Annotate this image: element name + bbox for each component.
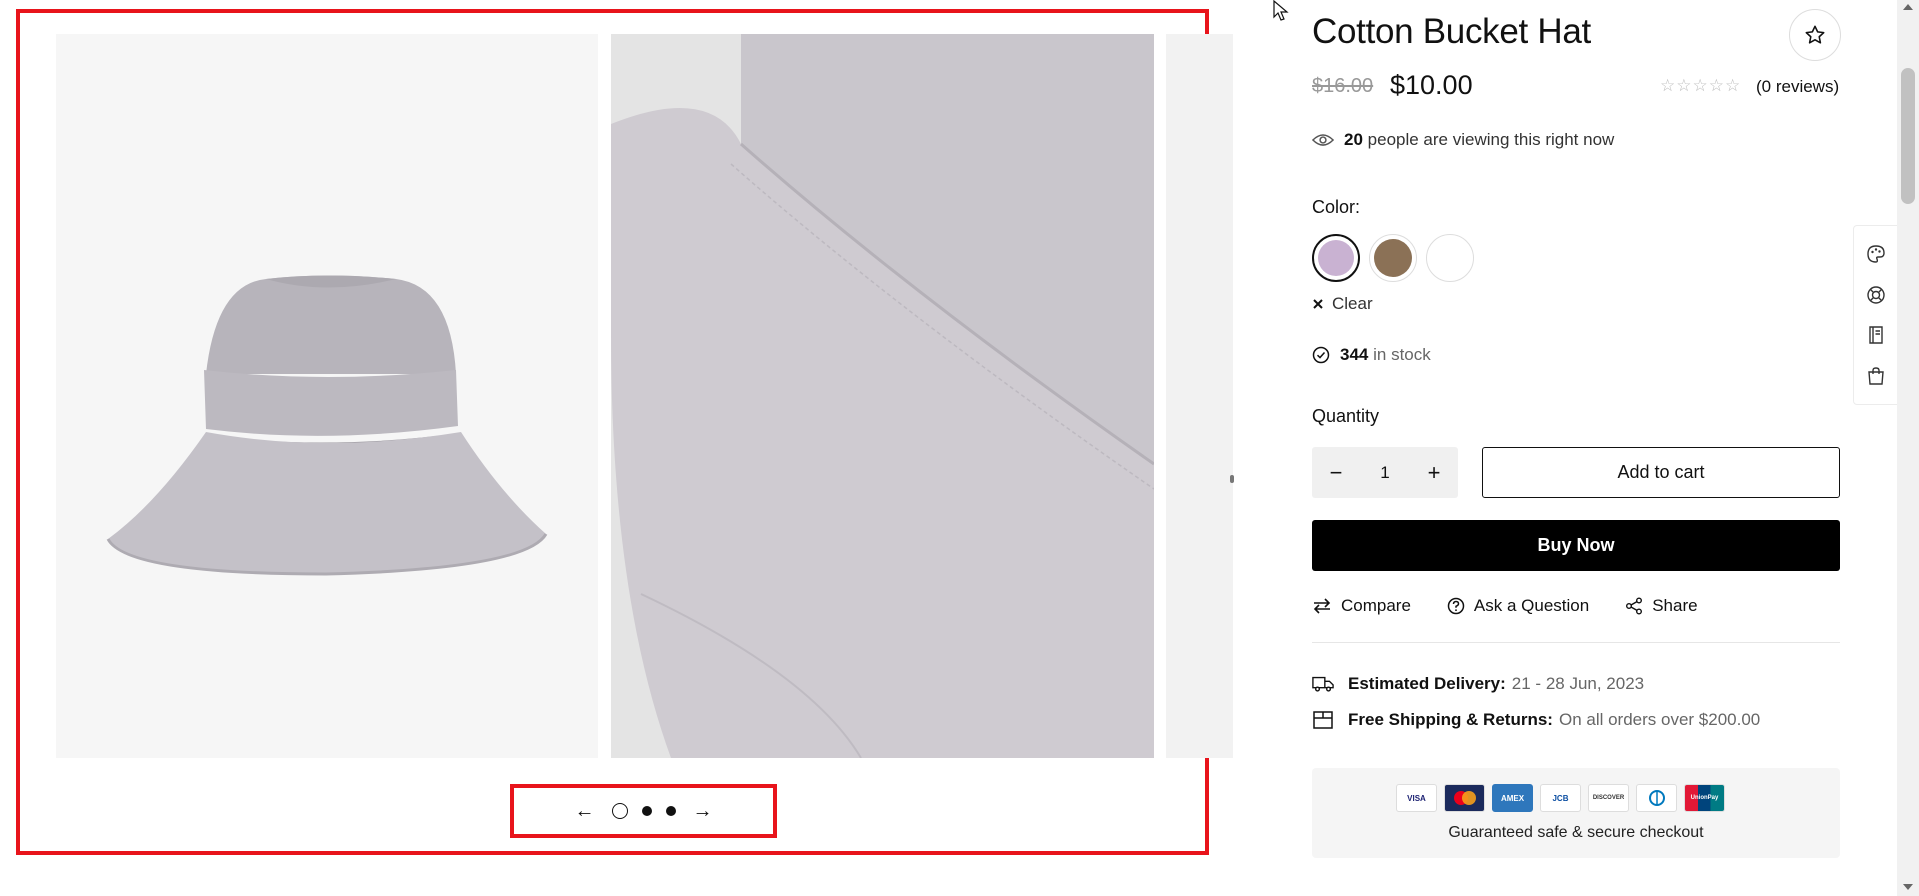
truck-icon bbox=[1312, 676, 1334, 692]
gallery-pagination: ← → bbox=[510, 784, 777, 838]
gallery-slides[interactable] bbox=[56, 34, 1233, 758]
stock-status: 344 in stock bbox=[1312, 345, 1431, 365]
box-icon bbox=[1313, 711, 1333, 729]
slide-peek-marker bbox=[1230, 475, 1234, 483]
visa-card-icon: VISA bbox=[1396, 784, 1437, 812]
compare-label: Compare bbox=[1341, 596, 1411, 615]
secure-checkout-box: VISA AMEX JCB DISCOVER UnionPay Guarante… bbox=[1312, 768, 1840, 858]
mastercard-icon bbox=[1444, 784, 1485, 812]
quantity-label: Quantity bbox=[1312, 406, 1380, 426]
viewers-count: 20 bbox=[1344, 130, 1363, 149]
plus-icon[interactable]: + bbox=[1422, 460, 1446, 486]
color-swatches bbox=[1312, 234, 1474, 282]
compare-arrows-icon bbox=[1313, 598, 1331, 614]
share-label: Share bbox=[1652, 596, 1698, 615]
close-icon bbox=[1313, 299, 1323, 309]
delivery-label: Estimated Delivery: bbox=[1348, 674, 1506, 693]
wishlist-button[interactable] bbox=[1789, 9, 1841, 61]
unionpay-card-icon: UnionPay bbox=[1684, 784, 1725, 812]
share-button[interactable]: Share bbox=[1625, 596, 1698, 616]
product-title: Cotton Bucket Hat bbox=[1312, 12, 1591, 51]
product-actions: Compare Ask a Question Share bbox=[1312, 596, 1698, 616]
lifebuoy-icon[interactable] bbox=[1865, 284, 1887, 306]
scroll-thumb[interactable] bbox=[1901, 68, 1915, 204]
buy-now-button[interactable]: Buy Now bbox=[1312, 520, 1840, 571]
check-circle-icon bbox=[1312, 346, 1330, 364]
secure-checkout-text: Guaranteed safe & secure checkout bbox=[1448, 824, 1704, 841]
gallery-slide-hat-front[interactable] bbox=[56, 34, 598, 758]
ask-question-button[interactable]: Ask a Question bbox=[1447, 596, 1589, 616]
share-icon bbox=[1626, 597, 1643, 615]
gallery-slide-peek[interactable] bbox=[1166, 34, 1233, 758]
page-scrollbar[interactable] bbox=[1897, 0, 1919, 896]
hat-front-image bbox=[106, 275, 548, 576]
jcb-card-icon: JCB bbox=[1540, 784, 1581, 812]
hat-closeup-image bbox=[611, 34, 1154, 758]
stock-count: 344 bbox=[1340, 345, 1369, 364]
scroll-down-arrow-icon[interactable] bbox=[1903, 884, 1913, 890]
color-swatch-white[interactable] bbox=[1426, 234, 1474, 282]
payment-cards: VISA AMEX JCB DISCOVER UnionPay bbox=[1396, 784, 1725, 812]
pagination-dot-2[interactable] bbox=[641, 806, 652, 816]
minus-icon[interactable]: − bbox=[1324, 460, 1348, 486]
delivery-value: 21 - 28 Jun, 2023 bbox=[1511, 674, 1645, 693]
current-price: $10.00 bbox=[1390, 70, 1473, 100]
pagination-dot-1[interactable] bbox=[611, 803, 628, 819]
gallery-slide-hat-closeup[interactable] bbox=[611, 34, 1154, 758]
clear-color-button[interactable]: Clear bbox=[1312, 294, 1373, 314]
next-arrow-icon[interactable]: → bbox=[690, 798, 716, 824]
add-to-cart-button[interactable]: Add to cart bbox=[1482, 447, 1840, 498]
amex-card-icon: AMEX bbox=[1492, 784, 1533, 812]
mouse-cursor-icon bbox=[1273, 0, 1289, 21]
divider bbox=[1312, 642, 1840, 643]
prev-arrow-icon[interactable]: ← bbox=[572, 798, 598, 824]
side-tool-rail bbox=[1853, 225, 1899, 405]
quantity-stepper: − + bbox=[1312, 447, 1458, 498]
question-circle-icon bbox=[1447, 597, 1465, 615]
pagination-dot-3[interactable] bbox=[665, 806, 676, 816]
color-label: Color: bbox=[1312, 197, 1361, 217]
free-shipping: Free Shipping & Returns: On all orders ov… bbox=[1312, 710, 1760, 730]
shipping-value: On all orders over $200.00 bbox=[1558, 710, 1761, 729]
ask-label: Ask a Question bbox=[1473, 596, 1590, 615]
reviews-link[interactable]: (0 reviews) bbox=[1756, 77, 1839, 97]
price-row: $16.00 $10.00 ☆☆☆☆☆ (0 reviews) bbox=[1312, 68, 1840, 104]
color-swatch-lavender[interactable] bbox=[1312, 234, 1360, 282]
estimated-delivery: Estimated Delivery: 21 - 28 Jun, 2023 bbox=[1312, 674, 1644, 694]
stock-text: in stock bbox=[1373, 345, 1431, 364]
star-icon bbox=[1805, 25, 1825, 44]
clear-label: Clear bbox=[1332, 294, 1373, 313]
viewers-notice: 20 people are viewing this right now bbox=[1312, 130, 1614, 150]
discover-card-icon: DISCOVER bbox=[1588, 784, 1629, 812]
eye-icon bbox=[1312, 134, 1334, 146]
viewers-text: people are viewing this right now bbox=[1367, 130, 1615, 149]
color-swatch-brown[interactable] bbox=[1369, 234, 1417, 282]
palette-icon[interactable] bbox=[1865, 243, 1887, 265]
book-icon[interactable] bbox=[1865, 324, 1887, 346]
compare-button[interactable]: Compare bbox=[1312, 596, 1411, 616]
shopping-bag-icon[interactable] bbox=[1865, 365, 1887, 387]
rating-stars: ☆☆☆☆☆ bbox=[1660, 76, 1742, 95]
old-price: $16.00 bbox=[1312, 75, 1374, 97]
scroll-up-arrow-icon[interactable] bbox=[1903, 4, 1913, 10]
diners-card-icon bbox=[1636, 784, 1677, 812]
quantity-input[interactable] bbox=[1365, 462, 1405, 483]
shipping-label: Free Shipping & Returns: bbox=[1348, 710, 1553, 729]
